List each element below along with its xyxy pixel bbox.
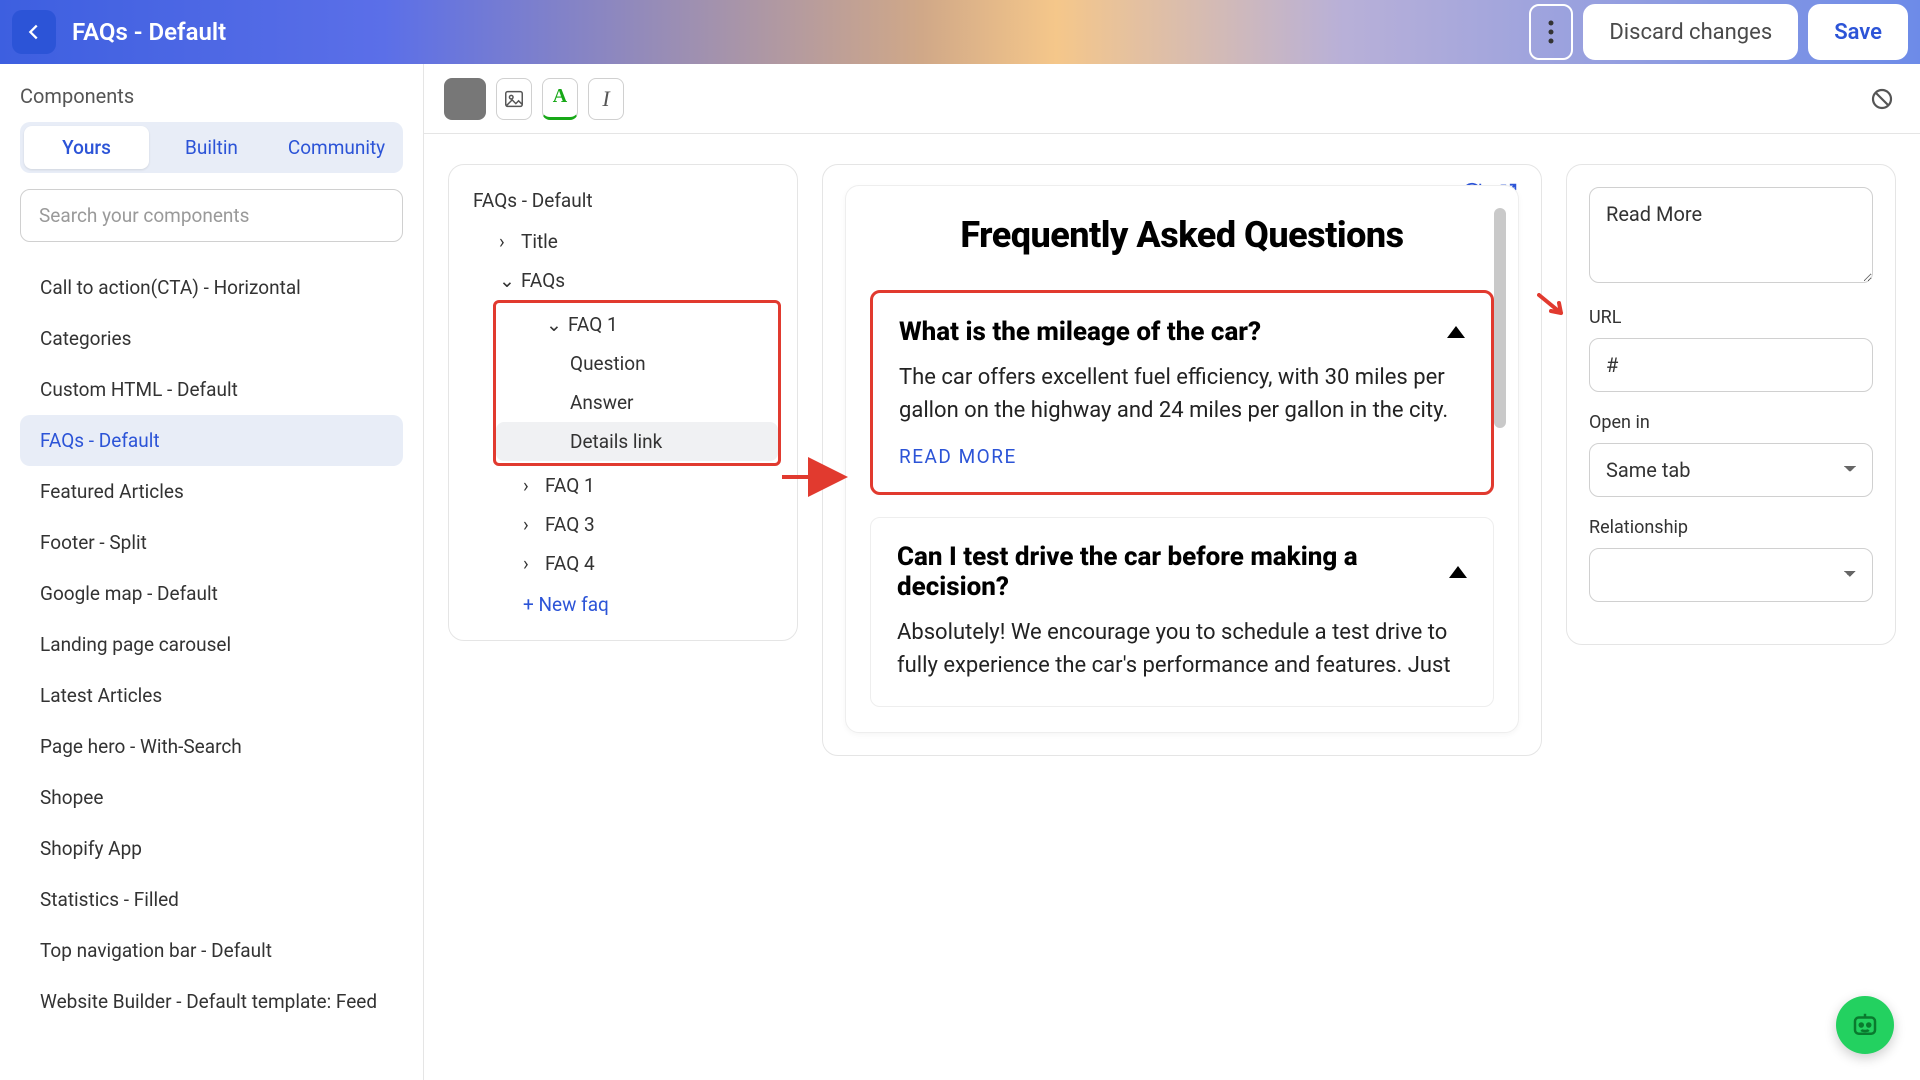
faq-answer-text: Absolutely! We encourage you to schedule…	[897, 616, 1467, 682]
preview-panel: Frequently Asked Questions What is the m…	[822, 164, 1542, 756]
help-fab[interactable]	[1836, 996, 1894, 1054]
save-button[interactable]: Save	[1808, 4, 1908, 60]
text-color-tool[interactable]: A	[542, 78, 578, 120]
outline-answer[interactable]: Answer	[496, 383, 778, 422]
relationship-label: Relationship	[1589, 517, 1873, 538]
tab-builtin[interactable]: Builtin	[149, 126, 274, 169]
arrow-left-icon	[23, 21, 45, 43]
chatbot-icon	[1850, 1010, 1880, 1040]
url-input[interactable]	[1589, 338, 1873, 392]
outline-new-faq[interactable]: + New faq	[473, 583, 787, 616]
annotation-arrow-1	[780, 462, 850, 496]
search-wrapper	[20, 189, 403, 242]
faq-question-text: Can I test drive the car before making a…	[897, 542, 1437, 602]
reset-tool[interactable]	[1864, 78, 1900, 120]
faq-item-2[interactable]: Can I test drive the car before making a…	[870, 517, 1494, 707]
page-title: FAQs - Default	[72, 18, 1513, 46]
component-list-item[interactable]: Call to action(CTA) - Horizontal	[20, 262, 403, 313]
component-list: Call to action(CTA) - HorizontalCategori…	[20, 262, 403, 1080]
outline-panel: FAQs - Default ›Title ⌄FAQs ⌄FAQ 1 Quest…	[448, 164, 798, 641]
image-tool[interactable]	[496, 78, 532, 120]
discard-button[interactable]: Discard changes	[1583, 4, 1798, 60]
outline-faq-node[interactable]: ›FAQ 1	[473, 466, 787, 505]
more-button[interactable]	[1529, 4, 1573, 60]
faq-widget: Frequently Asked Questions What is the m…	[845, 185, 1519, 733]
faq-answer-text: The car offers excellent fuel efficiency…	[899, 361, 1465, 427]
outline-question[interactable]: Question	[496, 344, 778, 383]
prohibit-icon	[1870, 87, 1894, 111]
tab-yours[interactable]: Yours	[24, 126, 149, 169]
sidebar-title: Components	[20, 84, 403, 108]
component-list-item[interactable]: Statistics - Filled	[20, 874, 403, 925]
top-bar: FAQs - Default Discard changes Save	[0, 0, 1920, 64]
back-button[interactable]	[12, 10, 56, 54]
faq-item-1[interactable]: What is the mileage of the car? The car …	[870, 290, 1494, 495]
read-more-text-input[interactable]: Read More	[1589, 187, 1873, 283]
component-list-item[interactable]: Latest Articles	[20, 670, 403, 721]
component-list-item[interactable]: FAQs - Default	[20, 415, 403, 466]
color-swatch[interactable]	[444, 78, 486, 120]
relationship-select[interactable]	[1589, 548, 1873, 602]
component-list-item[interactable]: Shopee	[20, 772, 403, 823]
component-list-item[interactable]: Shopify App	[20, 823, 403, 874]
collapse-icon[interactable]	[1449, 566, 1467, 578]
outline-faq1-open[interactable]: ⌄FAQ 1	[496, 305, 778, 344]
component-list-item[interactable]: Footer - Split	[20, 517, 403, 568]
faq-heading: Frequently Asked Questions	[870, 214, 1494, 256]
components-sidebar: Components Yours Builtin Community Call …	[0, 64, 424, 1080]
properties-panel: Read More URL Open in Same tab Relations…	[1566, 164, 1896, 645]
dots-vertical-icon	[1548, 19, 1554, 45]
component-list-item[interactable]: Landing page carousel	[20, 619, 403, 670]
component-list-item[interactable]: Featured Articles	[20, 466, 403, 517]
outline-title-node[interactable]: ›Title	[473, 222, 787, 261]
search-input[interactable]	[39, 204, 384, 227]
component-tabs: Yours Builtin Community	[20, 122, 403, 173]
preview-scrollbar[interactable]	[1494, 208, 1506, 428]
component-list-item[interactable]: Website Builder - Default template: Feed	[20, 976, 403, 1027]
outline-highlight: ⌄FAQ 1 Question Answer Details link	[493, 300, 781, 466]
url-label: URL	[1589, 307, 1873, 328]
canvas-area: A I FAQs - Default ›Title ⌄FAQs ⌄FAQ 1 Q…	[424, 64, 1920, 1080]
outline-faq-node[interactable]: ›FAQ 3	[473, 505, 787, 544]
italic-tool[interactable]: I	[588, 78, 624, 120]
faq-question-text: What is the mileage of the car?	[899, 317, 1261, 347]
canvas-toolbar: A I	[424, 64, 1920, 134]
component-list-item[interactable]: Top navigation bar - Default	[20, 925, 403, 976]
outline-details-link[interactable]: Details link	[496, 422, 778, 461]
outline-faqs-node[interactable]: ⌄FAQs	[473, 261, 787, 300]
collapse-icon[interactable]	[1447, 326, 1465, 338]
faq-read-more-link[interactable]: READ MORE	[899, 445, 1017, 468]
outline-faq-node[interactable]: ›FAQ 4	[473, 544, 787, 583]
annotation-arrow-2	[1537, 293, 1565, 321]
component-list-item[interactable]: Custom HTML - Default	[20, 364, 403, 415]
component-list-item[interactable]: Categories	[20, 313, 403, 364]
component-list-item[interactable]: Google map - Default	[20, 568, 403, 619]
open-in-select[interactable]: Same tab	[1589, 443, 1873, 497]
outline-root[interactable]: FAQs - Default	[473, 189, 787, 212]
tab-community[interactable]: Community	[274, 126, 399, 169]
open-in-label: Open in	[1589, 412, 1873, 433]
image-icon	[503, 88, 525, 110]
component-list-item[interactable]: Page hero - With-Search	[20, 721, 403, 772]
